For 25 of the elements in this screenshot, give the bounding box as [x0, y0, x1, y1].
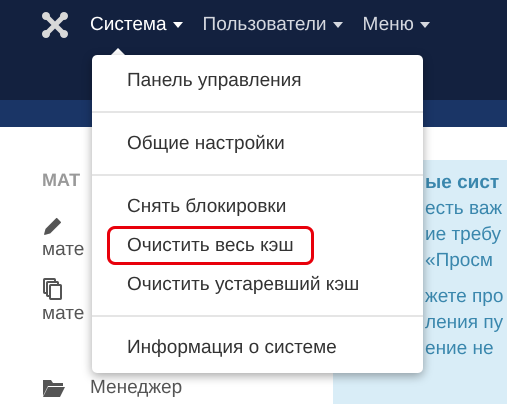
dropdown-item[interactable]: Очистить весь кэш	[107, 226, 314, 265]
notice-title: ые сист	[425, 171, 500, 195]
nav-menu-item[interactable]: Пользователи	[202, 11, 343, 40]
dropdown-item[interactable]: Общие настройки	[107, 124, 305, 163]
notice-text: ие требу	[425, 223, 502, 247]
notice-text: жете про	[425, 285, 504, 309]
caret-icon	[172, 22, 183, 28]
folder-icon	[42, 378, 66, 398]
dropdown-item[interactable]: Очистить устаревший кэш	[107, 265, 380, 304]
pencil-icon	[42, 215, 64, 237]
notice-text: «Просм	[425, 249, 494, 273]
dropdown-item[interactable]: Информация о системе	[107, 328, 357, 367]
copy-icon	[42, 277, 64, 301]
logo-icon	[40, 10, 70, 40]
nav-menu-item[interactable]: Меню	[362, 11, 430, 40]
nav-menu-item[interactable]: Система	[90, 11, 183, 40]
notice-text: ение не	[425, 337, 495, 361]
dropdown-item[interactable]: Панель управления	[107, 61, 322, 100]
sidebar-link[interactable]: Менеджер	[90, 376, 182, 400]
dropdown-item[interactable]: Снять блокировки	[107, 187, 306, 226]
notice-text: есть важ	[425, 197, 504, 221]
notice-text: ления пу	[425, 311, 504, 335]
sidebar-heading: МАТ	[42, 169, 82, 191]
caret-icon	[332, 22, 343, 28]
caret-icon	[420, 22, 430, 28]
